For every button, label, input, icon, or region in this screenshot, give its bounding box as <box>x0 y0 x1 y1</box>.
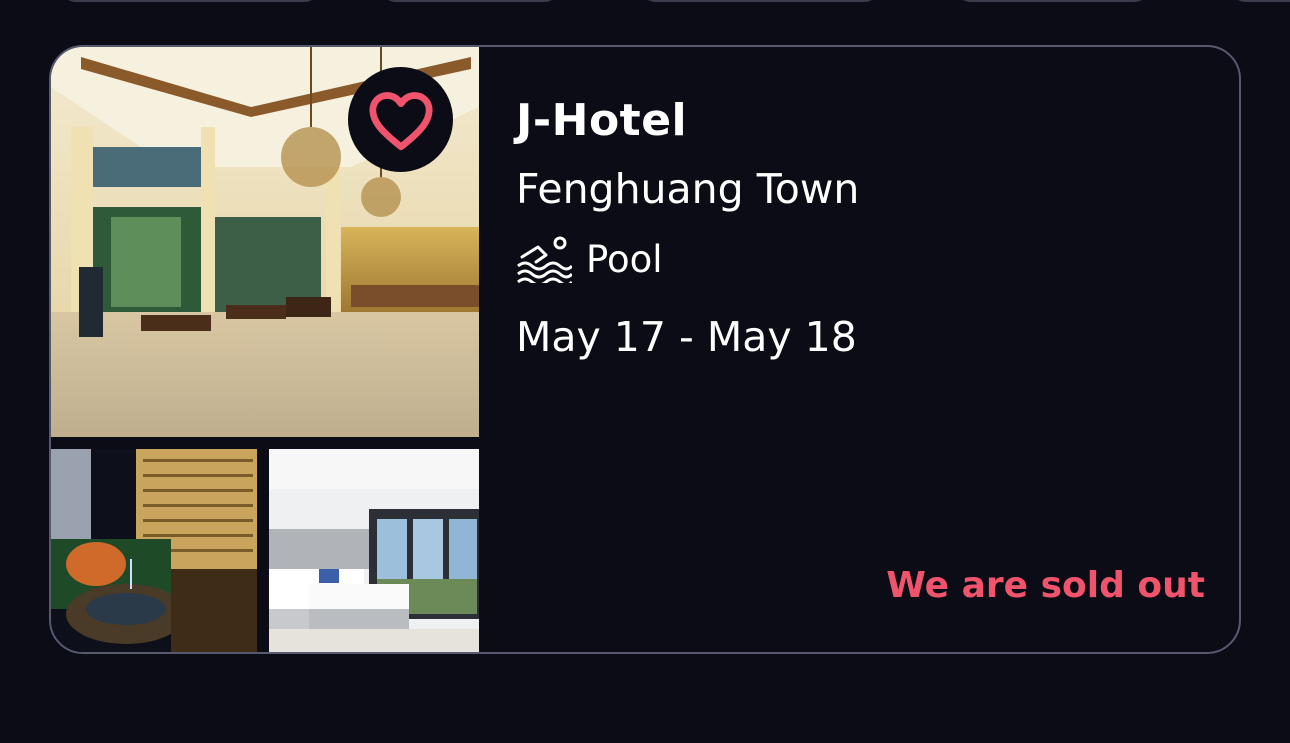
night-pool-photo[interactable] <box>51 449 257 652</box>
stay-dates: May 17 - May 18 <box>516 313 857 361</box>
sold-out-status: We are sold out <box>886 565 1205 606</box>
filter-chip[interactable] <box>640 0 880 2</box>
hotel-info: J-Hotel Fenghuang Town Pool May 17 - May… <box>516 47 1239 652</box>
amenity-label: Pool <box>586 237 663 281</box>
hotel-location: Fenghuang Town <box>516 165 860 213</box>
hotel-card[interactable]: J-Hotel Fenghuang Town Pool May 17 - May… <box>49 45 1241 654</box>
favorite-button[interactable] <box>348 67 453 172</box>
filter-chips-row <box>0 0 1290 10</box>
filter-chip[interactable] <box>60 0 320 2</box>
heart-icon <box>368 91 433 150</box>
photo-gallery[interactable] <box>51 47 479 652</box>
swimmer-icon <box>517 236 572 283</box>
bedroom-photo[interactable] <box>269 449 479 652</box>
hotel-name[interactable]: J-Hotel <box>516 95 687 146</box>
filter-chip[interactable] <box>1230 0 1290 2</box>
filter-chip[interactable] <box>380 0 560 2</box>
filter-chip[interactable] <box>955 0 1150 2</box>
amenity-item: Pool <box>516 235 663 283</box>
